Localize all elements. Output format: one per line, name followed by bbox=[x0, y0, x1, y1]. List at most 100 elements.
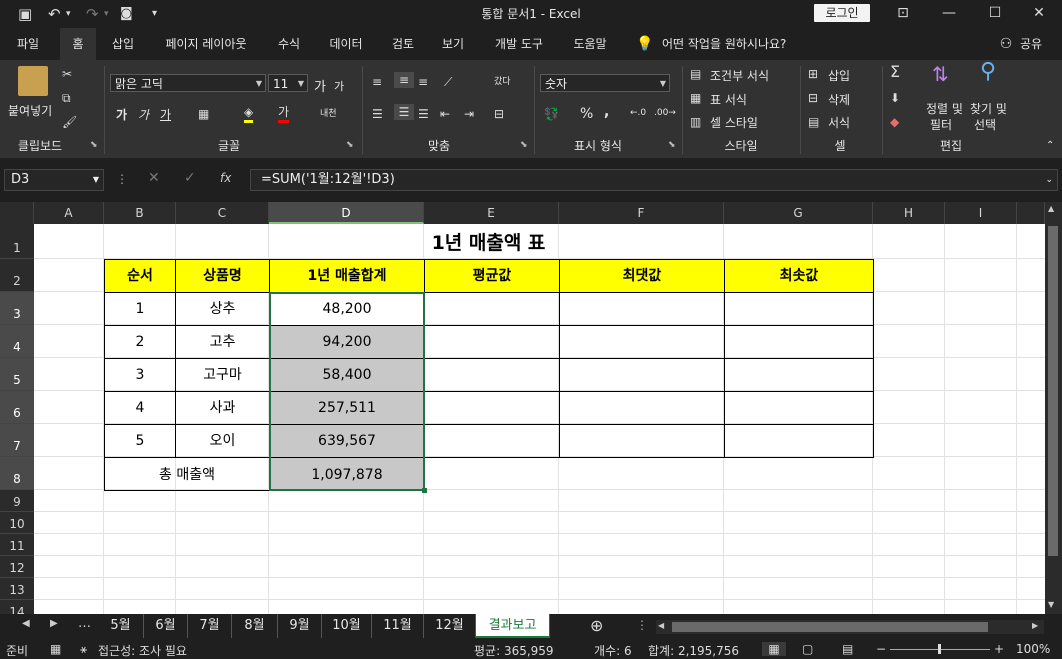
format-cells-button[interactable]: 서식 bbox=[828, 114, 850, 131]
column-header-b[interactable]: B bbox=[104, 202, 176, 224]
next-sheet-icon[interactable]: ▶ bbox=[50, 618, 58, 629]
cell-min[interactable] bbox=[724, 325, 874, 359]
column-header-j[interactable] bbox=[1017, 202, 1045, 224]
row-header-7[interactable]: 7 bbox=[0, 424, 34, 457]
row-header-1[interactable]: 1 bbox=[0, 224, 34, 259]
cell-annual-sales[interactable]: 639,567 bbox=[269, 424, 425, 458]
row-header-5[interactable]: 5 bbox=[0, 358, 34, 391]
cell-product[interactable]: 고추 bbox=[175, 325, 270, 359]
cell-max[interactable] bbox=[559, 391, 725, 425]
increase-decimal-icon[interactable]: ←.0 bbox=[630, 108, 646, 118]
prev-sheet-icon[interactable]: ◀ bbox=[22, 618, 30, 629]
fill-color-icon[interactable]: ◈ bbox=[244, 104, 254, 123]
sort-filter-button-line2[interactable]: 필터 bbox=[930, 116, 952, 133]
share-button[interactable]: 공유 bbox=[1016, 28, 1046, 60]
decrease-decimal-icon[interactable]: .00→ bbox=[654, 108, 676, 118]
header-product[interactable]: 상품명 bbox=[175, 259, 270, 293]
vertical-scroll-thumb[interactable] bbox=[1048, 226, 1058, 556]
cell-annual-sales[interactable]: 94,200 bbox=[269, 325, 425, 359]
cell-max[interactable] bbox=[559, 325, 725, 359]
align-right-icon[interactable]: ☰ bbox=[418, 106, 429, 122]
sheet-tab[interactable]: 9월 bbox=[278, 614, 322, 638]
tab-developer[interactable]: 개발 도구 bbox=[482, 28, 556, 60]
tab-help[interactable]: 도움말 bbox=[562, 28, 618, 60]
cell-average[interactable] bbox=[424, 358, 560, 392]
cut-icon[interactable]: ✂ bbox=[62, 66, 72, 82]
row-header-8[interactable]: 8 bbox=[0, 457, 34, 490]
add-sheet-icon[interactable]: ⊕ bbox=[590, 616, 603, 635]
macro-record-icon[interactable]: ▦ bbox=[50, 642, 61, 656]
grow-font-button[interactable]: 가 bbox=[314, 76, 326, 95]
sort-filter-button[interactable]: 정렬 및 bbox=[926, 100, 963, 117]
cell-average[interactable] bbox=[424, 325, 560, 359]
percent-button[interactable]: % bbox=[580, 106, 593, 122]
zoom-out-icon[interactable]: − bbox=[876, 642, 886, 656]
total-value[interactable]: 1,097,878 bbox=[269, 457, 425, 491]
font-size-combo[interactable]: 11 ▼ bbox=[268, 74, 308, 92]
header-order[interactable]: 순서 bbox=[104, 259, 176, 293]
cell-product[interactable]: 상추 bbox=[175, 292, 270, 326]
conditional-format-button[interactable]: 조건부 서식 bbox=[710, 67, 769, 84]
tab-file[interactable]: 파일 bbox=[4, 28, 52, 60]
header-min[interactable]: 최솟값 bbox=[724, 259, 874, 293]
tab-formulas[interactable]: 수식 bbox=[268, 28, 310, 60]
row-header-13[interactable]: 13 bbox=[0, 578, 34, 600]
normal-view-icon[interactable]: ▦ bbox=[762, 642, 786, 656]
align-top-icon[interactable]: ≡ bbox=[372, 74, 382, 90]
borders-icon[interactable]: ▦ bbox=[198, 106, 209, 122]
page-break-view-icon[interactable]: ▤ bbox=[842, 642, 853, 656]
align-bottom-icon[interactable]: ≡ bbox=[418, 74, 428, 90]
tab-home[interactable]: 홈 bbox=[60, 28, 96, 60]
cell-order[interactable]: 2 bbox=[104, 325, 176, 359]
align-left-icon[interactable]: ☰ bbox=[372, 106, 383, 122]
align-middle-icon[interactable]: ≡ bbox=[394, 72, 414, 88]
more-sheets-icon[interactable]: … bbox=[78, 616, 91, 631]
merge-cells-icon[interactable]: ⊟ bbox=[494, 106, 504, 122]
tab-page-layout[interactable]: 페이지 레이아웃 bbox=[150, 28, 262, 60]
row-header-9[interactable]: 9 bbox=[0, 490, 34, 512]
cancel-icon[interactable]: ✕ bbox=[148, 170, 160, 186]
format-as-table-button[interactable]: 표 서식 bbox=[710, 91, 747, 108]
name-box[interactable]: D3 ▼ bbox=[4, 169, 104, 191]
column-header-e[interactable]: E bbox=[424, 202, 559, 224]
row-header-14[interactable]: 14 bbox=[0, 600, 34, 614]
cell-min[interactable] bbox=[724, 424, 874, 458]
cell-order[interactable]: 1 bbox=[104, 292, 176, 326]
collapse-ribbon-icon[interactable]: ⌃ bbox=[1046, 140, 1054, 151]
tab-options-icon[interactable]: ⋮ bbox=[636, 618, 648, 632]
maximize-button[interactable]: ☐ bbox=[972, 2, 1018, 24]
cell-product[interactable]: 오이 bbox=[175, 424, 270, 458]
header-max[interactable]: 최댓값 bbox=[559, 259, 725, 293]
row-header-2[interactable]: 2 bbox=[0, 259, 34, 292]
cell-average[interactable] bbox=[424, 424, 560, 458]
enter-icon[interactable]: ✓ bbox=[184, 170, 196, 186]
column-header-g[interactable]: G bbox=[724, 202, 873, 224]
alignment-launcher-icon[interactable]: ⬊ bbox=[520, 140, 528, 150]
paste-icon[interactable] bbox=[18, 66, 48, 96]
accounting-format-icon[interactable]: 💱 bbox=[544, 106, 559, 122]
fill-handle[interactable] bbox=[422, 488, 427, 493]
fill-icon[interactable]: ⬇ bbox=[890, 90, 900, 106]
column-header-f[interactable]: F bbox=[559, 202, 724, 224]
font-launcher-icon[interactable]: ⬊ bbox=[346, 140, 354, 150]
sheet-tab[interactable]: 6월 bbox=[144, 614, 188, 638]
row-header-12[interactable]: 12 bbox=[0, 556, 34, 578]
cell-annual-sales[interactable]: 257,511 bbox=[269, 391, 425, 425]
scroll-up-icon[interactable]: ▲ bbox=[1048, 204, 1054, 213]
close-button[interactable]: ✕ bbox=[1016, 2, 1062, 24]
font-name-combo[interactable]: 맑은 고딕 ▼ bbox=[110, 74, 266, 92]
zoom-level[interactable]: 100% bbox=[1016, 642, 1050, 656]
tab-view[interactable]: 보기 bbox=[432, 28, 474, 60]
italic-button[interactable]: 가 bbox=[138, 106, 149, 123]
sheet-tab[interactable]: 12월 bbox=[424, 614, 476, 638]
sheet-tab[interactable]: 8월 bbox=[232, 614, 278, 638]
ribbon-display-icon[interactable]: ⊡ bbox=[880, 2, 926, 24]
tab-review[interactable]: 검토 bbox=[382, 28, 424, 60]
vertical-scrollbar[interactable]: ▲ ▼ bbox=[1045, 202, 1062, 614]
insert-function-icon[interactable]: fx bbox=[220, 171, 231, 185]
page-layout-view-icon[interactable]: ▢ bbox=[802, 642, 813, 656]
login-button[interactable]: 로그인 bbox=[814, 4, 870, 22]
insert-cells-button[interactable]: 삽입 bbox=[828, 67, 850, 84]
zoom-in-icon[interactable]: + bbox=[994, 642, 1004, 656]
cell-order[interactable]: 5 bbox=[104, 424, 176, 458]
